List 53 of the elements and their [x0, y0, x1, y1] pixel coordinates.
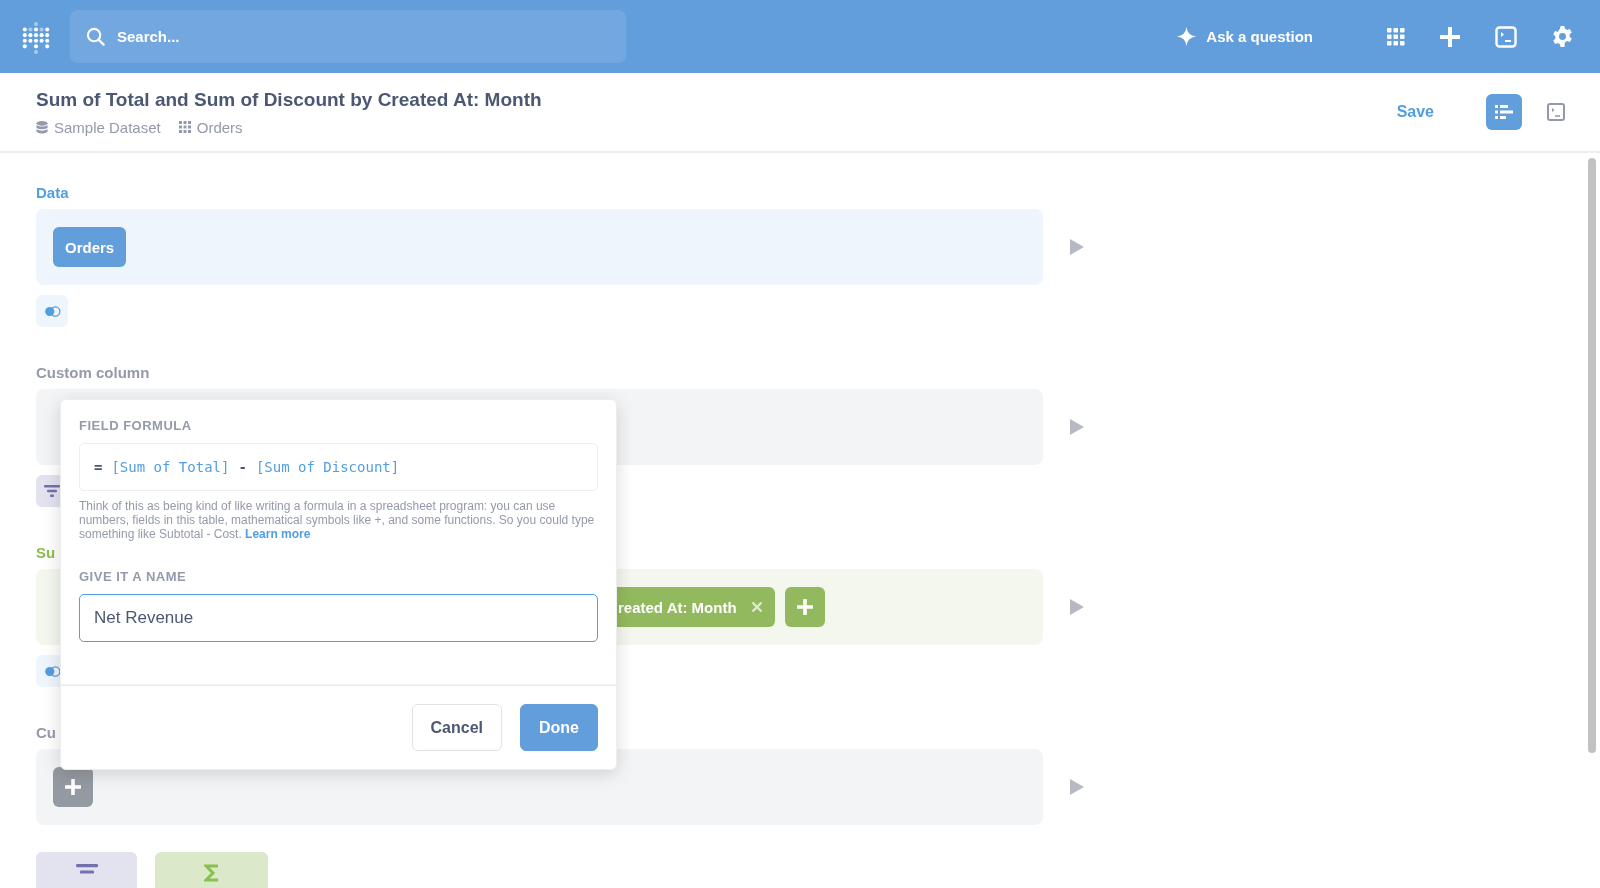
- preview-icon[interactable]: [1070, 599, 1084, 615]
- step-chip[interactable]: Orders: [53, 227, 127, 267]
- overlapping-circles-icon: [43, 305, 61, 317]
- step-label: Custom column: [36, 363, 150, 383]
- scrollbar-thumb[interactable]: [1587, 158, 1596, 753]
- search-input[interactable]: Search...: [115, 27, 626, 46]
- step-label: Cu: [36, 723, 56, 743]
- field-formula-label: FIELD FORMULA: [79, 418, 193, 433]
- settings-icon[interactable]: [1551, 25, 1574, 48]
- search-icon: [86, 27, 105, 46]
- list-icon: [1495, 105, 1513, 119]
- name-label: GIVE IT A NAME: [79, 569, 188, 584]
- plus-icon[interactable]: [1439, 25, 1461, 48]
- done-button[interactable]: Done: [520, 704, 598, 751]
- formula-field-token: [Sum of Total]: [111, 459, 230, 475]
- terminal-icon: [1547, 103, 1565, 121]
- breadcrumb-link[interactable]: Orders: [196, 118, 243, 136]
- plus-icon: [795, 598, 814, 616]
- sigma-icon: [203, 864, 220, 882]
- grid-icon: [178, 121, 191, 133]
- question-title: Sum of Total and Sum of Discount by Created At: Month: [36, 88, 543, 111]
- logo-icon[interactable]: [22, 19, 50, 54]
- close-icon[interactable]: [750, 601, 763, 613]
- preview-icon[interactable]: [1070, 239, 1084, 255]
- breadcrumb-link[interactable]: Sample Dataset: [54, 118, 161, 136]
- summarize-button[interactable]: [155, 852, 268, 888]
- grid-icon[interactable]: [1387, 27, 1405, 46]
- overlapping-circles-icon: [43, 665, 61, 677]
- help-text: Think of this as being kind of like writing a formula in a spreadsheet program: you can use numbers, fields in this table, mathematical symbols like +, and some functions. So you could type something like Subtotal - Cost. Learn more: [79, 499, 596, 541]
- cancel-button[interactable]: Cancel: [411, 704, 502, 751]
- preview-icon[interactable]: [1070, 779, 1084, 795]
- preview-icon[interactable]: [1070, 419, 1084, 435]
- formula-field[interactable]: = [Sum of Total] - [Sum of Discount]: [79, 443, 598, 491]
- search-field[interactable]: Search...: [70, 10, 626, 63]
- step-label: Data: [36, 183, 69, 203]
- formula-operator: -: [238, 459, 247, 475]
- learn-more-link[interactable]: Learn more: [245, 527, 311, 541]
- filter-icon: [44, 485, 60, 497]
- join-button[interactable]: [36, 295, 68, 327]
- add-button[interactable]: [53, 767, 93, 807]
- sparkle-icon: [1177, 27, 1197, 46]
- save-button[interactable]: Save: [1396, 103, 1434, 121]
- notebook-view-button[interactable]: [1486, 94, 1522, 130]
- formula-operator: =: [94, 459, 103, 475]
- ask-question-button[interactable]: Ask a question: [1177, 27, 1313, 46]
- add-button[interactable]: [784, 587, 825, 627]
- terminal-icon[interactable]: [1495, 25, 1517, 48]
- step-label: Su: [36, 543, 56, 563]
- name-input-field[interactable]: Net Revenue: [79, 594, 598, 642]
- plus-icon: [64, 778, 82, 796]
- formula-field-token: [Sum of Discount]: [255, 459, 400, 475]
- database-icon: [36, 120, 48, 134]
- filter-button[interactable]: [36, 852, 137, 888]
